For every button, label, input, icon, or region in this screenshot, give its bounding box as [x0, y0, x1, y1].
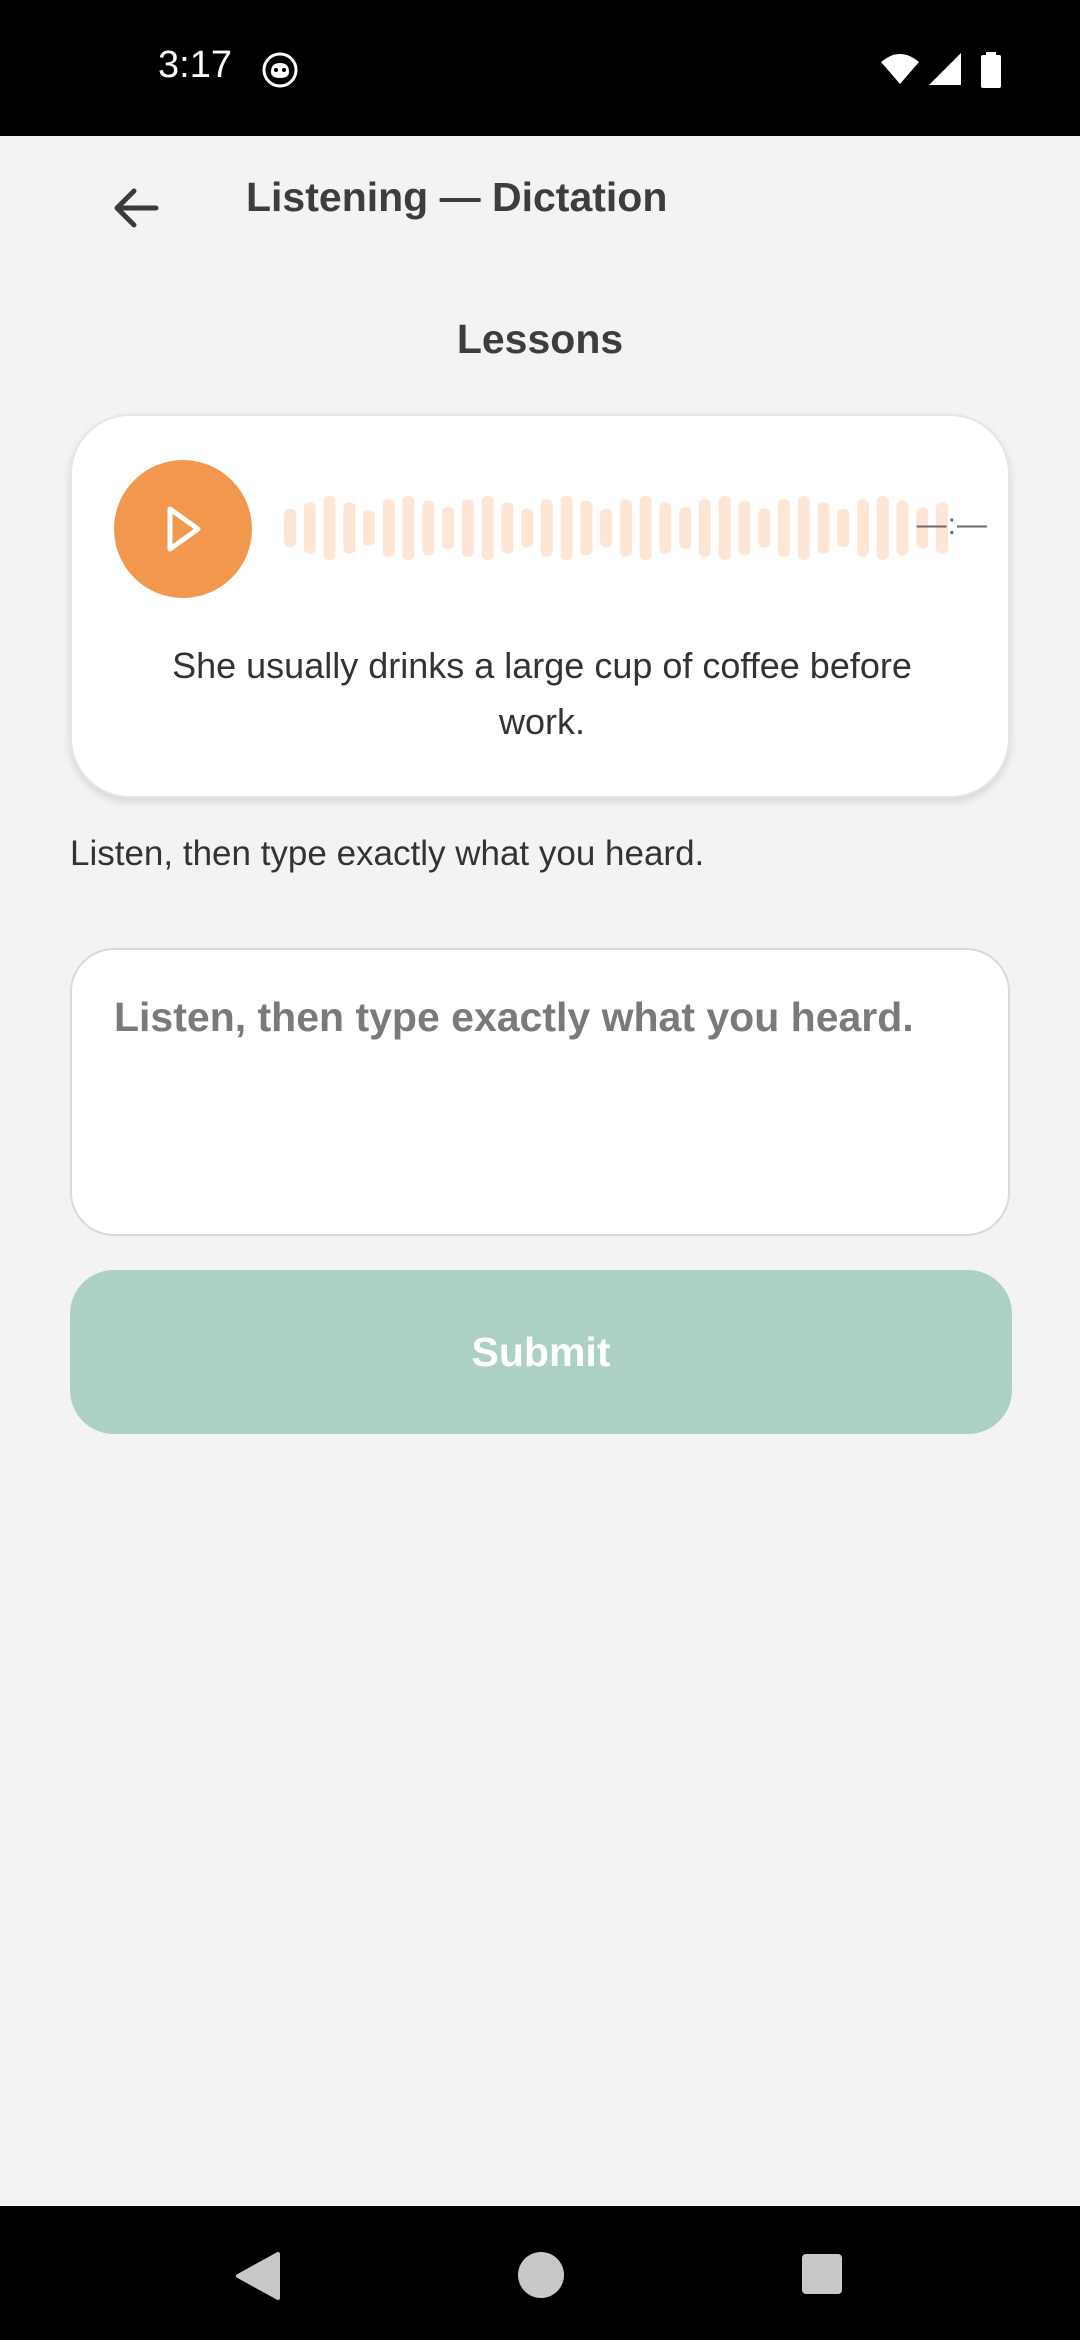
- waveform-bar: [600, 508, 613, 548]
- section-title: Lessons: [456, 316, 624, 362]
- instruction-text: Listen, then type exactly what you heard…: [70, 834, 705, 873]
- waveform-bar: [540, 499, 553, 557]
- waveform-bar: [461, 499, 474, 557]
- waveform-bar: [521, 508, 534, 548]
- waveform-bar: [619, 499, 632, 557]
- waveform-bar: [343, 502, 356, 554]
- face-app-icon: [262, 52, 298, 88]
- waveform-bar: [639, 496, 652, 560]
- page-title: Listening — Dictation: [246, 174, 668, 220]
- audio-duration: —:—: [916, 508, 988, 541]
- waveform-bar: [481, 496, 494, 560]
- waveform-bar: [382, 499, 395, 557]
- waveform-bar: [837, 508, 850, 548]
- waveform-bar: [817, 502, 830, 554]
- arrow-left-icon: [114, 188, 159, 228]
- waveform-bar: [896, 500, 909, 556]
- waveform-bar: [303, 502, 316, 554]
- waveform-bar: [758, 508, 771, 548]
- play-icon: [167, 506, 201, 552]
- status-bar: 3:17: [0, 0, 1080, 136]
- waveform-bar: [422, 500, 435, 556]
- waveform-bar: [679, 507, 692, 549]
- wifi-icon: [881, 54, 919, 84]
- answer-input[interactable]: [70, 948, 1010, 1236]
- audio-player-card: —:— She usually drinks a large cup of co…: [70, 414, 1010, 798]
- app-bar: Listening — Dictation: [0, 136, 1080, 260]
- waveform-bar: [501, 502, 514, 554]
- back-button[interactable]: [100, 172, 172, 244]
- waveform-bar: [442, 507, 455, 549]
- waveform-bar: [402, 496, 415, 560]
- nav-back-icon[interactable]: [232, 2250, 284, 2302]
- waveform-bar: [797, 496, 810, 560]
- play-button[interactable]: [114, 460, 252, 598]
- dictation-sentence: She usually drinks a large cup of coffee…: [172, 645, 912, 742]
- waveform-bar: [323, 496, 336, 560]
- cell-signal-icon: [929, 53, 961, 85]
- waveform-bar: [777, 499, 790, 557]
- waveform-bar: [876, 496, 889, 560]
- waveform-bar: [857, 499, 869, 557]
- waveform-bar: [698, 499, 711, 557]
- waveform-bar: [560, 496, 573, 560]
- waveform-bar: [284, 508, 296, 548]
- status-time: 3:17: [158, 44, 232, 86]
- waveform-bar: [363, 510, 375, 546]
- nav-home-icon[interactable]: [516, 2250, 566, 2300]
- waveform-bar: [659, 502, 672, 554]
- waveform-bar: [580, 500, 593, 556]
- waveform-bar: [738, 500, 751, 556]
- audio-waveform[interactable]: [284, 494, 948, 562]
- battery-icon: [981, 52, 1001, 88]
- submit-button[interactable]: Submit: [70, 1270, 1012, 1434]
- waveform-bar: [718, 496, 731, 560]
- system-nav-bar: [0, 2206, 1080, 2340]
- nav-recents-icon[interactable]: [800, 2252, 844, 2296]
